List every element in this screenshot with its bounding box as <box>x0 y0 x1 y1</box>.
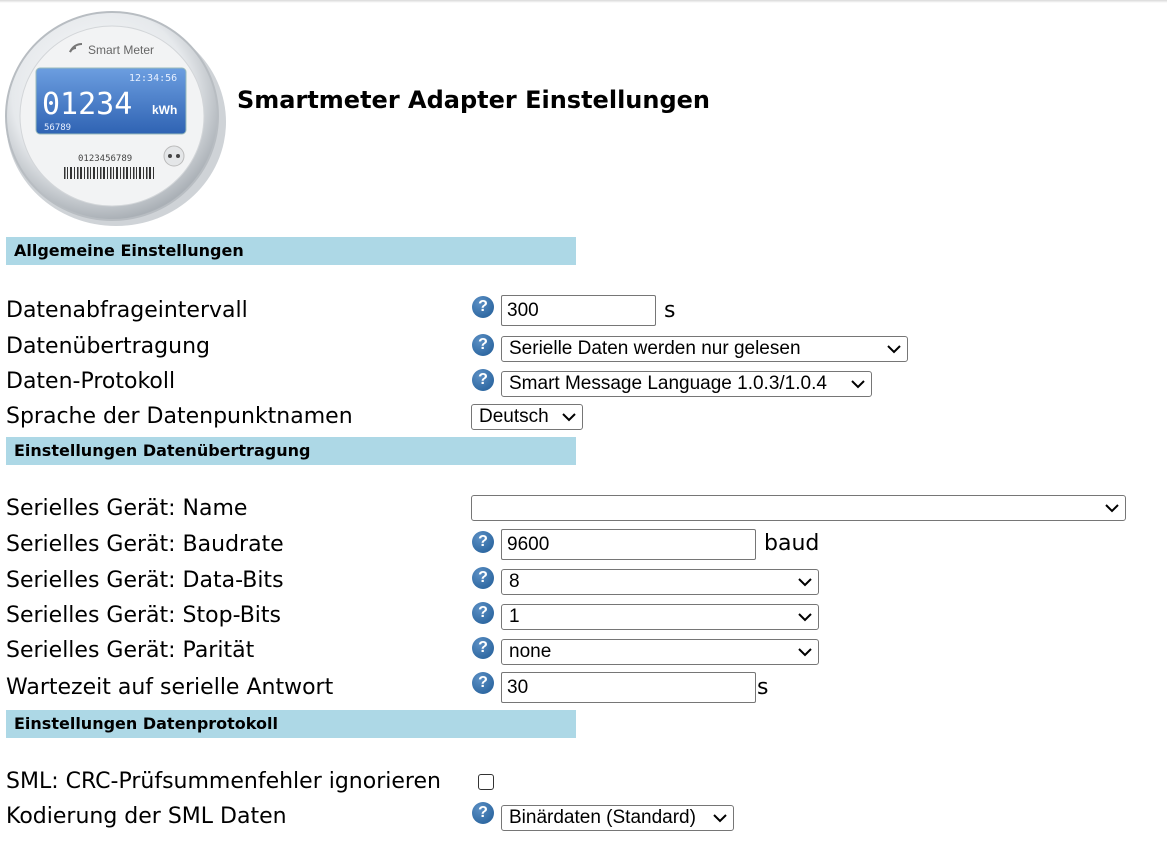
help-circle-icon[interactable]: ? <box>472 637 494 659</box>
chevron-down-icon <box>851 380 865 389</box>
language-value: Deutsch <box>479 406 549 427</box>
chevron-down-icon <box>713 814 727 823</box>
databits-select[interactable]: 8 <box>501 569 819 595</box>
language-select[interactable]: Deutsch <box>471 404 583 430</box>
chevron-down-icon <box>887 345 901 354</box>
transfer-mode-value: Serielle Daten werden nur gelesen <box>509 338 801 359</box>
sml-encoding-value: Binärdaten (Standard) <box>509 807 696 828</box>
transfer-mode-select[interactable]: Serielle Daten werden nur gelesen <box>501 336 908 362</box>
section-general: Allgemeine Einstellungen <box>6 237 576 265</box>
interval-unit: s <box>664 298 676 323</box>
chevron-down-icon <box>798 613 812 622</box>
help-circle-icon[interactable]: ? <box>472 802 494 824</box>
logo-serial: 0123456789 <box>78 154 132 164</box>
label-parity: Serielles Gerät: Parität <box>6 638 255 663</box>
label-stopbits: Serielles Gerät: Stop-Bits <box>6 603 282 628</box>
parity-select[interactable]: none <box>501 639 819 665</box>
label-sml-encoding: Kodierung der SML Daten <box>6 804 287 829</box>
label-timeout: Wartezeit auf serielle Antwort <box>6 675 334 700</box>
top-shadow-line <box>0 0 1167 3</box>
chevron-down-icon <box>562 413 576 422</box>
sml-encoding-select[interactable]: Binärdaten (Standard) <box>501 805 734 831</box>
timeout-input[interactable] <box>501 672 756 703</box>
label-crc-ignore: SML: CRC-Prüfsummenfehler ignorieren <box>6 769 441 794</box>
help-circle-icon[interactable]: ? <box>472 602 494 624</box>
help-circle-icon[interactable]: ? <box>472 531 494 553</box>
help-circle-icon[interactable]: ? <box>472 567 494 589</box>
help-circle-icon[interactable]: ? <box>472 672 494 694</box>
smart-meter-logo: Smart Meter 12:34:56 01234 kWh 56789 012… <box>5 11 226 226</box>
logo-brand: Smart Meter <box>88 43 154 57</box>
logo-reading: 01234 <box>42 87 132 122</box>
chevron-down-icon <box>798 648 812 657</box>
label-interval: Datenabfrageintervall <box>6 298 248 323</box>
label-serial-device: Serielles Gerät: Name <box>6 496 248 521</box>
protocol-select[interactable]: Smart Message Language 1.0.3/1.0.4 <box>501 371 872 397</box>
label-baudrate: Serielles Gerät: Baudrate <box>6 532 284 557</box>
timeout-unit: s <box>757 675 769 700</box>
protocol-value: Smart Message Language 1.0.3/1.0.4 <box>509 373 827 394</box>
interval-input[interactable] <box>501 295 656 326</box>
logo-unit: kWh <box>152 103 177 117</box>
label-language: Sprache der Datenpunktnamen <box>6 404 353 429</box>
chevron-down-icon <box>1105 504 1119 513</box>
help-circle-icon[interactable]: ? <box>472 334 494 356</box>
section-transfer: Einstellungen Datenübertragung <box>6 437 576 465</box>
chevron-down-icon <box>798 578 812 587</box>
parity-value: none <box>509 641 552 662</box>
help-circle-icon[interactable]: ? <box>472 296 494 318</box>
serial-device-select[interactable] <box>471 495 1126 521</box>
baudrate-unit: baud <box>764 531 820 556</box>
help-circle-icon[interactable]: ? <box>472 369 494 391</box>
databits-value: 8 <box>509 571 520 592</box>
baudrate-input[interactable] <box>501 529 756 560</box>
logo-sub-number: 56789 <box>44 123 71 133</box>
page-title: Smartmeter Adapter Einstellungen <box>237 86 711 114</box>
label-databits: Serielles Gerät: Data-Bits <box>6 568 284 593</box>
crc-ignore-checkbox[interactable] <box>478 774 494 790</box>
label-transfer-mode: Datenübertragung <box>6 334 210 359</box>
logo-time: 12:34:56 <box>129 73 177 84</box>
stopbits-value: 1 <box>509 606 520 627</box>
section-protocol: Einstellungen Datenprotokoll <box>6 710 576 738</box>
stopbits-select[interactable]: 1 <box>501 604 819 630</box>
label-protocol: Daten-Protokoll <box>6 369 176 394</box>
